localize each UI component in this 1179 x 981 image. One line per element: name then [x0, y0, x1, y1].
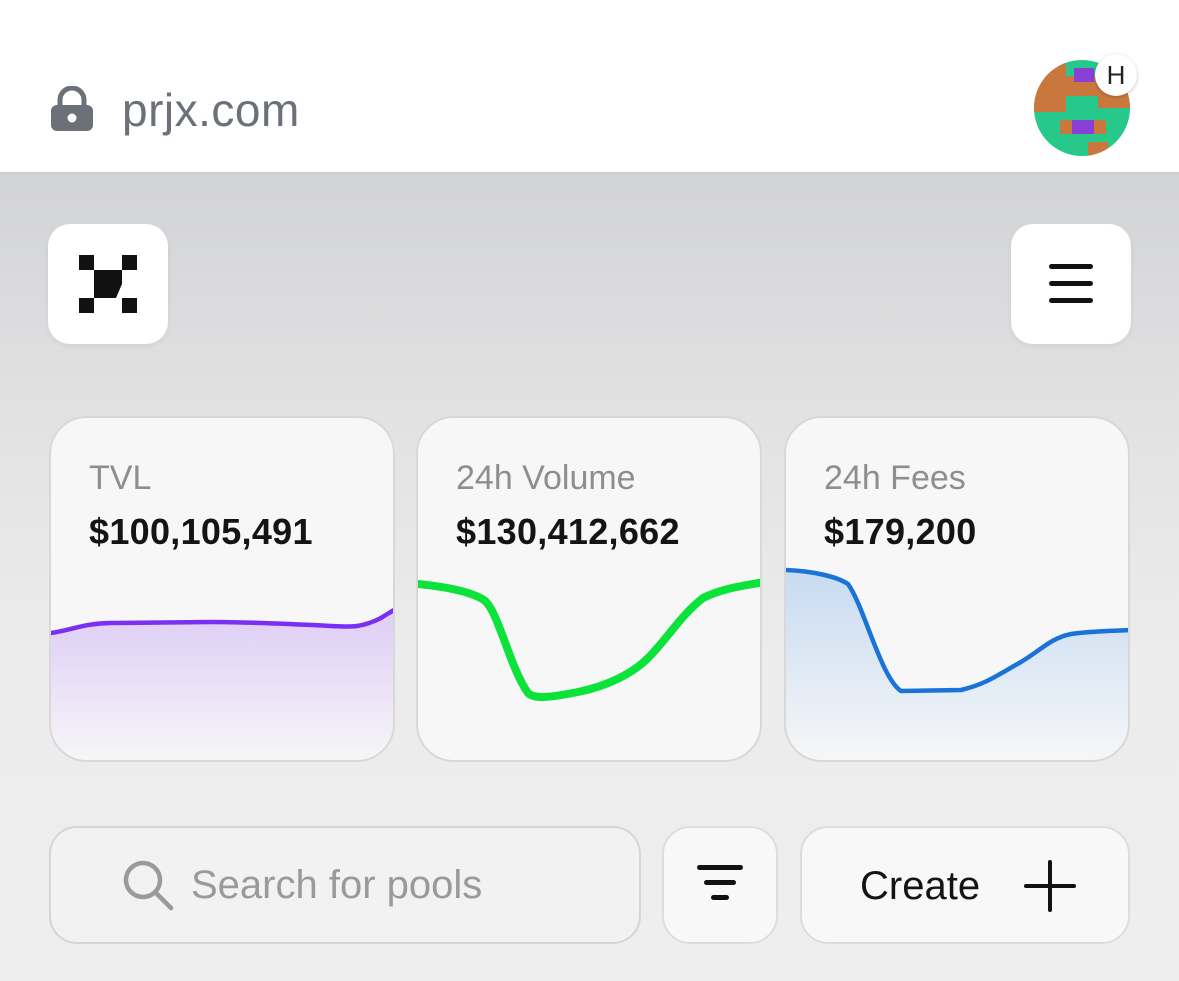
search-box[interactable]: [49, 826, 641, 944]
stat-card-volume[interactable]: 24h Volume $130,412,662: [416, 416, 762, 762]
tvl-sparkline: [51, 607, 393, 760]
filter-icon: [697, 865, 743, 900]
menu-button[interactable]: [1011, 224, 1131, 344]
stat-value: $100,105,491: [89, 511, 313, 552]
stat-card-tvl[interactable]: TVL $100,105,491: [49, 416, 395, 762]
plus-icon: [1024, 860, 1076, 912]
search-input[interactable]: [191, 854, 611, 916]
create-button[interactable]: Create: [800, 826, 1130, 944]
prjx-logo-icon: [79, 255, 137, 313]
url-text[interactable]: prjx.com: [122, 82, 300, 138]
logo-button[interactable]: [48, 224, 168, 344]
create-label: Create: [860, 864, 981, 908]
browser-address-bar: prjx.com H: [0, 0, 1179, 172]
stat-label: 24h Volume: [456, 459, 636, 497]
stat-label: TVL: [89, 459, 152, 497]
profile-badge: H: [1095, 54, 1137, 96]
volume-sparkline: [418, 578, 760, 701]
fees-sparkline: [786, 567, 1128, 760]
hamburger-menu-icon: [1049, 264, 1093, 303]
stat-value: $179,200: [824, 511, 977, 552]
page-content: TVL $100,105,491 24h Volume $130,412,662…: [0, 172, 1179, 981]
stat-label: 24h Fees: [824, 459, 966, 497]
stat-value: $130,412,662: [456, 511, 680, 552]
stat-card-fees[interactable]: 24h Fees $179,200: [784, 416, 1130, 762]
filter-button[interactable]: [662, 826, 778, 944]
lock-icon: [51, 86, 93, 131]
search-icon: [123, 860, 174, 911]
